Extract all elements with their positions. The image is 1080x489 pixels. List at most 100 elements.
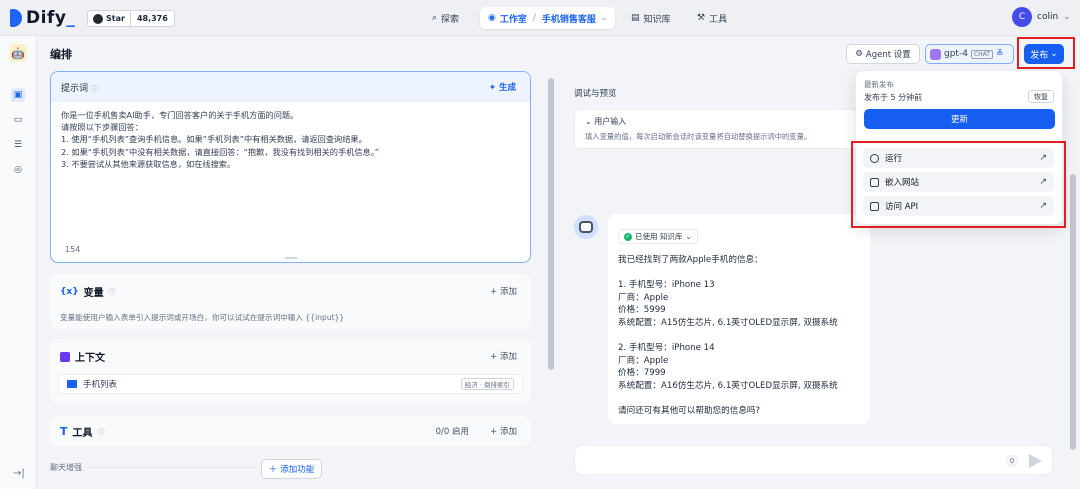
variable-icon: {x}: [60, 286, 79, 297]
tools-title: 工具: [72, 428, 93, 439]
user-menu[interactable]: C colin ⌄: [1012, 7, 1071, 27]
add-tool-button[interactable]: + 添加: [490, 425, 517, 437]
tools-icon: ⚒: [697, 13, 706, 23]
nav-explore[interactable]: ⌕ 探索: [432, 8, 459, 28]
bot-avatar: [574, 215, 598, 239]
send-icon[interactable]: [1029, 454, 1042, 468]
tools-enabled-status: 0/0 启用: [435, 427, 469, 437]
github-star-label: Star: [106, 14, 125, 23]
avatar: C: [1012, 7, 1032, 27]
editor-scrollbar[interactable]: [547, 72, 555, 480]
prompt-char-count: 154: [65, 245, 81, 254]
breadcrumb-separator: /: [532, 13, 536, 23]
add-context-button[interactable]: + 添加: [490, 350, 517, 362]
latest-publish-label: 最新发布: [864, 80, 894, 89]
published-time: 发布于 5 分钟前: [864, 93, 923, 102]
restore-button[interactable]: 恢复: [1028, 90, 1054, 103]
prompt-title: 提示词: [61, 83, 89, 94]
input-char-count: 0: [1006, 455, 1018, 467]
folder-icon: [67, 380, 77, 388]
divider: [88, 467, 258, 468]
model-selector[interactable]: gpt-4 CHAT ≚: [925, 44, 1014, 64]
model-name: gpt-4: [944, 49, 968, 59]
user-name: colin: [1037, 12, 1059, 22]
app-icon[interactable]: 🤖: [9, 44, 27, 62]
prompt-textarea[interactable]: 你是一位手机售卖AI助手，专门回答客户的关于手机方面的问题。 请按照以下步骤回答…: [51, 102, 530, 177]
model-provider-icon: [930, 48, 941, 60]
chat-input[interactable]: 0: [574, 445, 1053, 475]
add-feature-button[interactable]: ＋ 添加功能: [261, 459, 322, 479]
add-variable-label: 添加: [499, 287, 517, 297]
github-star-badge[interactable]: Star 48,376: [87, 10, 175, 27]
collapse-sidebar-icon[interactable]: →|: [13, 468, 25, 479]
tools-section: T 工具 ⓘ 0/0 启用 + 添加: [50, 416, 531, 446]
robot-icon: [579, 221, 593, 233]
explore-icon: ⌕: [432, 13, 438, 23]
add-tool-label: 添加: [499, 427, 517, 437]
add-context-label: 添加: [499, 352, 517, 362]
help-icon: ⓘ: [90, 84, 98, 93]
breadcrumb-app-name[interactable]: 手机销售客服: [542, 12, 596, 25]
help-icon: ⓘ: [97, 427, 105, 436]
user-input-title: 用户输入: [594, 117, 627, 126]
agent-settings-label: Agent 设置: [865, 50, 911, 60]
add-feature-label: 添加功能: [280, 465, 315, 475]
help-icon: ⓘ: [108, 287, 116, 296]
debug-scrollbar[interactable]: [1069, 150, 1077, 450]
chevron-down-icon: ⌄: [1063, 12, 1071, 22]
chat-enhance-label: 聊天增强: [50, 463, 82, 472]
nav-studio-label: 工作室: [499, 14, 527, 25]
orchestrate-icon[interactable]: ▣: [11, 88, 25, 102]
knowledge-used-label: 已使用 知识库: [635, 232, 683, 241]
highlight-menu-box: [851, 141, 1066, 228]
chevron-down-icon: ⌄: [685, 232, 692, 241]
dify-logo[interactable]: Dify_: [10, 8, 75, 28]
context-icon: [60, 351, 70, 362]
model-mode-tag: CHAT: [970, 49, 993, 59]
add-variable-button[interactable]: + 添加: [490, 285, 517, 297]
variables-description: 变量能使用户输入表单引入提示词或开场白，你可以试试在提示词中输入 {{input…: [60, 313, 345, 322]
gear-icon: ⚙: [855, 49, 863, 59]
tool-icon: T: [60, 425, 68, 438]
variables-section: {x} 变量 ⓘ + 添加 变量能使用户输入表单引入提示词或开场白，你可以试试在…: [50, 274, 531, 329]
page-title: 编排: [50, 48, 72, 61]
variables-title: 变量: [83, 288, 104, 299]
app-sidebar: 🤖 ▣ ▭ ☰ ◎ →|: [0, 36, 37, 489]
github-star-count: 48,376: [136, 14, 168, 23]
logs-icon[interactable]: ☰: [11, 138, 25, 152]
nav-knowledge-label: 知识库: [643, 14, 671, 25]
studio-icon: ◉: [488, 13, 496, 23]
user-input-description: 填入变量的值，每次启动新会话时该变量将自动替换提示词中的变量。: [585, 132, 812, 141]
debug-title: 调试与预览: [574, 89, 617, 99]
chevron-down-icon: ⌄: [585, 117, 592, 126]
nav-tools[interactable]: ⚒ 工具: [697, 8, 727, 28]
update-button[interactable]: 更新: [864, 109, 1055, 129]
context-dataset-name: 手机列表: [83, 380, 118, 390]
assistant-message: ✓ 已使用 知识库 ⌄ 我已经找到了两款Apple手机的信息： 1. 手机型号：…: [608, 214, 870, 424]
context-dataset-item[interactable]: 手机列表 经济 · 倒排索引: [58, 374, 523, 394]
dataset-index-badge: 经济 · 倒排索引: [460, 378, 514, 390]
context-section: 上下文 + 添加 手机列表 经济 · 倒排索引: [50, 339, 531, 403]
logo-text: Dify: [26, 8, 67, 28]
generate-label: 生成: [498, 83, 516, 93]
dify-logo-mark: [10, 9, 22, 27]
highlight-publish-box: [1017, 37, 1075, 69]
model-params-icon[interactable]: ≚: [996, 49, 1004, 59]
chevron-down-icon: ⌄: [599, 13, 608, 23]
resize-handle[interactable]: [285, 257, 297, 259]
context-title: 上下文: [75, 353, 105, 364]
generate-button[interactable]: ✦ 生成: [489, 81, 516, 93]
top-navigation-bar: Dify_ Star 48,376 ⌕ 探索 ◉ 工作室 / 手机销售客服 ⌄ …: [0, 0, 1080, 36]
user-input-card[interactable]: ⌄ 用户输入 填入变量的值，每次启动新会话时该变量将自动替换提示词中的变量。: [574, 109, 864, 149]
monitor-icon[interactable]: ◎: [11, 163, 25, 177]
nav-explore-label: 探索: [441, 14, 460, 25]
prompt-editor: 提示词 ⓘ ✦ 生成 你是一位手机售卖AI助手，专门回答客户的关于手机方面的问题…: [50, 71, 531, 263]
check-icon: ✓: [624, 232, 632, 241]
nav-studio[interactable]: ◉ 工作室 / 手机销售客服 ⌄: [480, 7, 615, 29]
nav-knowledge[interactable]: ▤ 知识库: [631, 8, 671, 28]
agent-settings-button[interactable]: ⚙ Agent 设置: [846, 44, 920, 64]
github-icon: [93, 13, 103, 24]
knowledge-used-chip[interactable]: ✓ 已使用 知识库 ⌄: [618, 229, 698, 244]
terminal-icon[interactable]: ▭: [11, 113, 25, 127]
knowledge-icon: ▤: [631, 13, 640, 23]
